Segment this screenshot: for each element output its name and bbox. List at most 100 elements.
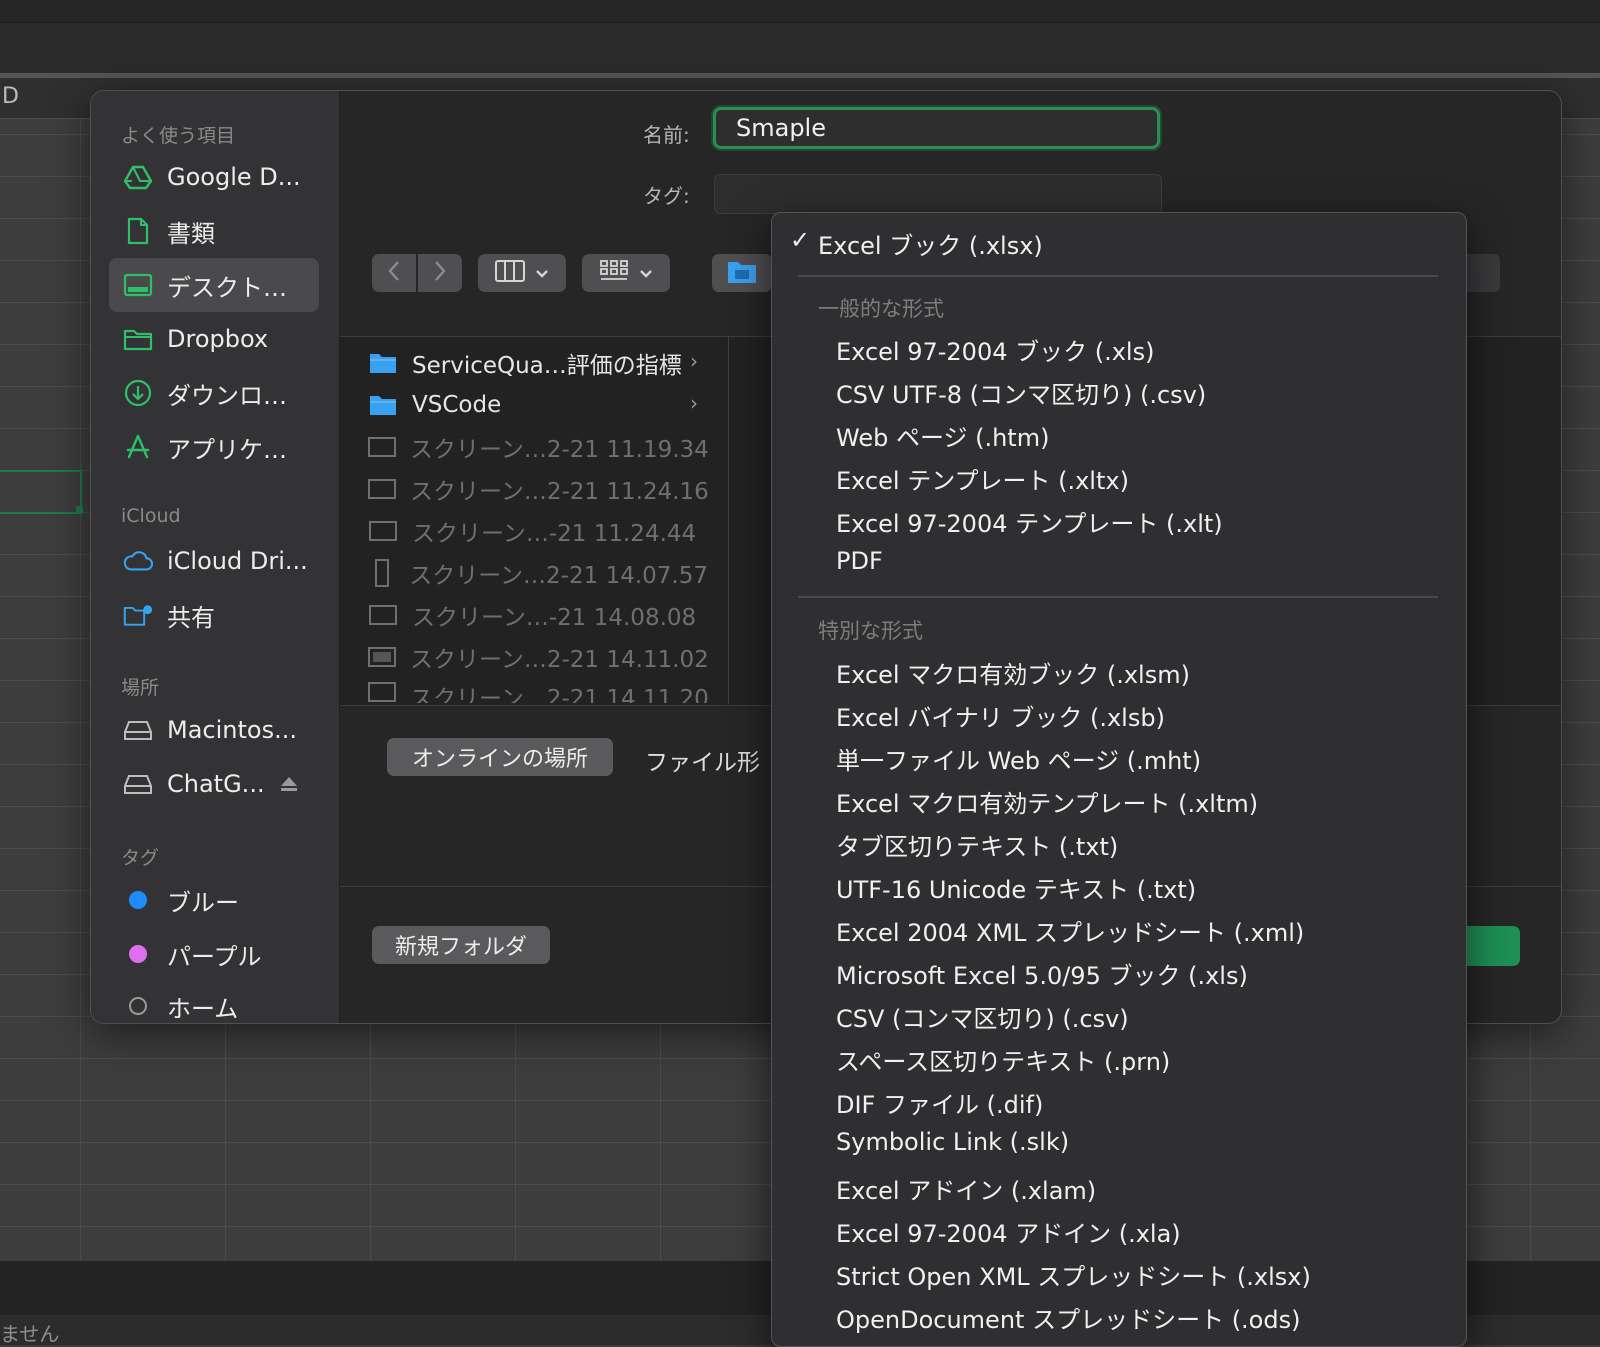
file-name: スクリーン…-21 11.24.44 [412,521,697,547]
file-item-image[interactable]: スクリーン…2-21 14.11.02 [368,637,709,677]
sidebar-item-icloud-drive[interactable]: iCloud Dri... [109,534,319,588]
menu-item-label: PDF [836,547,883,575]
grid-icon [599,259,629,287]
folder-icon [368,392,398,418]
folder-icon [123,324,153,354]
special-formats-heading: 特別な形式 [818,619,923,643]
favorites-heading: よく使う項目 [121,125,236,147]
chevron-left-icon [387,260,401,286]
file-name: ServiceQua…評価の指標 [412,353,682,379]
cloud-icon [123,546,153,576]
file-item-image[interactable]: スクリーン…2-21 14.11.20 [368,679,708,703]
columns-icon [495,260,525,286]
menu-separator [798,275,1438,277]
download-icon [123,378,153,408]
chevron-down-icon [535,264,549,283]
file-name: VSCode [412,392,502,418]
sidebar-item-documents[interactable]: 書類 [109,204,319,258]
menu-item-label: Excel テンプレート (.xltx) [836,467,1129,495]
file-item-image[interactable]: スクリーン…-21 11.24.44 [368,511,708,551]
file-item-folder[interactable]: ServiceQua…評価の指標 [368,343,708,383]
tag-field[interactable] [714,174,1162,214]
image-file-icon [368,602,398,628]
file-item-image[interactable]: スクリーン…2-21 11.19.34 [368,427,709,467]
menu-item-label: Excel 97-2004 テンプレート (.xlt) [836,510,1223,538]
image-file-icon [368,679,396,703]
file-name: スクリーン…-21 14.08.08 [412,605,697,631]
sidebar-item-tag-home[interactable]: ホーム [109,979,319,1023]
file-name: スクリーン…2-21 14.11.20 [410,686,708,703]
sidebar-item-downloads[interactable]: ダウンロ… [109,366,319,420]
sidebar-item-desktop[interactable]: デスクト… [109,258,319,312]
sidebar-item-tag-blue[interactable]: ブルー [109,873,319,927]
sidebar-item-tag-purple[interactable]: パープル [109,927,319,981]
chevron-down-icon [639,264,653,283]
sidebar-item-applications[interactable]: アプリケ… [109,420,319,474]
sidebar-item-label: 書類 [167,219,215,248]
image-file-icon [368,476,396,502]
menu-item-label: Web ページ (.htm) [836,424,1050,452]
menu-separator [798,596,1438,598]
sidebar-item-label: 共有 [167,603,215,632]
sidebar-item-chatg[interactable]: ChatG... [109,757,319,811]
shared-folder-icon [123,600,153,630]
sidebar-item-label: Macintos... [167,716,297,744]
file-format-label: ファイル形 [645,750,760,776]
sidebar-item-dropbox[interactable]: Dropbox [109,312,319,366]
locations-heading: 場所 [121,677,160,699]
file-item-image[interactable]: スクリーン…2-21 14.07.57 [368,553,708,593]
column-divider[interactable] [728,336,729,704]
menu-item-label: Excel マクロ有効ブック (.xlsm) [836,661,1190,689]
sidebar: よく使う項目 Google D... 書類 デスクト… Dropbox ダウンロ… [91,91,340,1023]
menu-item-xlsx[interactable]: ✓ Excel ブック (.xlsx) [772,226,1466,260]
tag-label: タグ: [643,184,690,208]
selected-cell[interactable] [0,470,82,514]
column-header-d[interactable]: D [2,84,19,109]
purple-tag-dot-icon [123,939,153,969]
file-item-image[interactable]: スクリーン…2-21 11.24.16 [368,469,709,509]
sidebar-item-macintosh-hd[interactable]: Macintos... [109,703,319,757]
file-name: スクリーン…2-21 14.07.57 [409,563,708,589]
image-file-icon [368,559,395,587]
menu-item-label: Excel アドイン (.xlam) [836,1177,1097,1205]
online-locations-button[interactable]: オンラインの場所 [387,738,613,776]
folder-icon [368,350,398,376]
sidebar-item-shared[interactable]: 共有 [109,588,319,642]
sidebar-item-label: iCloud Dri... [167,547,308,575]
ribbon [0,23,1600,73]
sidebar-item-label: ブルー [167,888,239,917]
file-name: スクリーン…2-21 11.19.34 [410,437,709,463]
chevron-right-icon: › [690,391,698,415]
sidebar-item-label: Dropbox [167,325,269,353]
disk-icon [123,769,153,799]
gray-tag-dot-icon [123,991,153,1021]
menu-item-label: UTF-16 Unicode テキスト (.txt) [836,876,1197,904]
name-field[interactable]: Smaple [713,107,1160,149]
file-name: スクリーン…2-21 14.11.02 [410,647,709,673]
icloud-heading: iCloud [121,505,181,527]
menu-item-label: 単一ファイル Web ページ (.mht) [836,747,1202,775]
image-file-icon [368,644,396,670]
file-item-image[interactable]: スクリーン…-21 14.08.08 [368,595,708,635]
sidebar-item-google-drive[interactable]: Google D... [109,150,319,204]
menu-item-label: Excel ブック (.xlsx) [818,232,1043,260]
menu-item-label: Excel マクロ有効テンプレート (.xltm) [836,790,1259,818]
eject-icon[interactable] [279,775,299,793]
fill-handle[interactable] [76,506,83,513]
file-name: スクリーン…2-21 11.24.16 [410,479,709,505]
menu-item-label: CSV (コンマ区切り) (.csv) [836,1005,1129,1033]
chevron-right-icon [433,260,447,286]
file-format-menu: ✓ Excel ブック (.xlsx) 一般的な形式 Excel 97-2004… [771,212,1467,1347]
menu-item-label: スペース区切りテキスト (.prn) [836,1048,1171,1076]
location-popup-button[interactable] [712,254,772,292]
back-button[interactable] [372,254,416,292]
group-button[interactable] [582,254,670,292]
new-folder-button[interactable]: 新規フォルダ [372,926,550,964]
forward-button[interactable] [418,254,462,292]
desktop-folder-icon [727,258,757,288]
file-item-folder[interactable]: VSCode [368,385,708,425]
column-view-button[interactable] [478,254,566,292]
chevron-right-icon: › [690,349,698,373]
disk-icon [123,715,153,745]
sidebar-item-label: アプリケ… [167,435,287,464]
